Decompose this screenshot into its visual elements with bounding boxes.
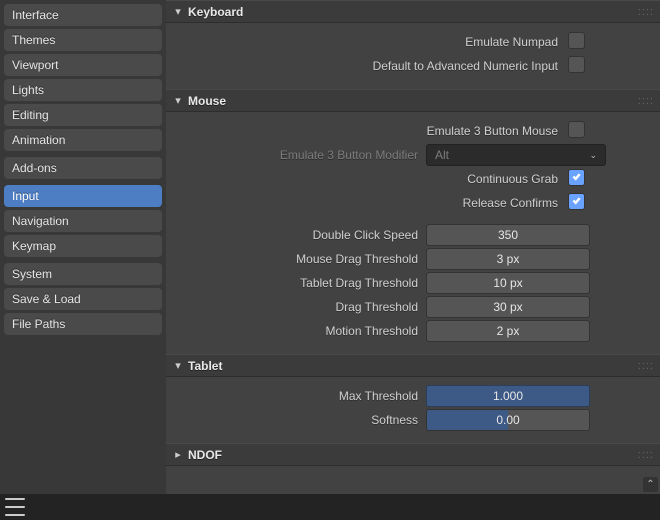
chevron-down-icon: ⌄ (589, 145, 597, 165)
disclosure-down-icon: ▾ (172, 359, 184, 372)
sidebar-item-interface[interactable]: Interface (4, 4, 162, 26)
sidebar-item-lights[interactable]: Lights (4, 79, 162, 101)
panel-ndof-header[interactable]: ▸ NDOF :::: (166, 443, 660, 466)
footer-bar (0, 494, 660, 520)
panel-mouse-header[interactable]: ▾ Mouse :::: (166, 89, 660, 112)
panel-mouse: ▾ Mouse :::: Emulate 3 Button Mouse Emul… (166, 89, 660, 354)
release-confirms-label: Release Confirms (180, 196, 566, 210)
drag-grip-icon: :::: (638, 449, 654, 461)
panel-tablet: ▾ Tablet :::: Max Threshold 1.000 Softne… (166, 354, 660, 443)
continuous-grab-label: Continuous Grab (180, 172, 566, 186)
advanced-numeric-label: Default to Advanced Numeric Input (180, 59, 566, 73)
disclosure-down-icon: ▾ (172, 5, 184, 18)
sidebar-item-addons[interactable]: Add-ons (4, 157, 162, 179)
preferences-sidebar: Interface Themes Viewport Lights Editing… (0, 0, 166, 520)
sidebar-item-saveload[interactable]: Save & Load (4, 288, 162, 310)
drag-grip-icon: :::: (638, 6, 654, 18)
sidebar-item-viewport[interactable]: Viewport (4, 54, 162, 76)
panel-ndof: ▸ NDOF :::: (166, 443, 660, 466)
panel-mouse-body: Emulate 3 Button Mouse Emulate 3 Button … (166, 112, 660, 354)
dblclick-speed-field[interactable]: 350 (426, 224, 590, 246)
panel-keyboard-header[interactable]: ▾ Keyboard :::: (166, 0, 660, 23)
sb-group-1: Interface Themes Viewport Lights Editing… (4, 4, 162, 151)
sidebar-item-filepaths[interactable]: File Paths (4, 313, 162, 335)
disclosure-down-icon: ▾ (172, 94, 184, 107)
advanced-numeric-toggle[interactable] (568, 56, 585, 73)
emulate-3btn-label: Emulate 3 Button Mouse (180, 124, 566, 138)
sb-group-4: System Save & Load File Paths (4, 263, 162, 335)
motion-threshold-label: Motion Threshold (180, 324, 426, 338)
drag-threshold-field[interactable]: 30 px (426, 296, 590, 318)
max-threshold-field[interactable]: 1.000 (426, 385, 590, 407)
mouse-drag-threshold-label: Mouse Drag Threshold (180, 252, 426, 266)
emulate-3btn-toggle[interactable] (568, 121, 585, 138)
dropdown-value: Alt (435, 145, 589, 165)
sidebar-item-keymap[interactable]: Keymap (4, 235, 162, 257)
max-threshold-label: Max Threshold (180, 389, 426, 403)
sidebar-item-themes[interactable]: Themes (4, 29, 162, 51)
emulate-numpad-label: Emulate Numpad (180, 35, 566, 49)
panel-tablet-body: Max Threshold 1.000 Softness 0.00 (166, 377, 660, 443)
emulate-numpad-toggle[interactable] (568, 32, 585, 49)
sb-group-2: Add-ons (4, 157, 162, 179)
motion-threshold-field[interactable]: 2 px (426, 320, 590, 342)
panel-tablet-header[interactable]: ▾ Tablet :::: (166, 354, 660, 377)
mouse-drag-threshold-field[interactable]: 3 px (426, 248, 590, 270)
emulate-3btn-mod-label: Emulate 3 Button Modifier (180, 148, 426, 162)
panel-keyboard-body: Emulate Numpad Default to Advanced Numer… (166, 23, 660, 89)
release-confirms-toggle[interactable] (568, 193, 585, 210)
drag-grip-icon: :::: (638, 360, 654, 372)
sidebar-item-editing[interactable]: Editing (4, 104, 162, 126)
drag-grip-icon: :::: (638, 95, 654, 107)
emulate-3btn-mod-dropdown[interactable]: Alt ⌄ (426, 144, 606, 166)
softness-field[interactable]: 0.00 (426, 409, 590, 431)
sb-group-3: Input Navigation Keymap (4, 185, 162, 257)
tablet-drag-threshold-label: Tablet Drag Threshold (180, 276, 426, 290)
panel-title: Keyboard (188, 5, 243, 19)
sidebar-item-animation[interactable]: Animation (4, 129, 162, 151)
panel-keyboard: ▾ Keyboard :::: Emulate Numpad Default t… (166, 0, 660, 89)
drag-threshold-label: Drag Threshold (180, 300, 426, 314)
sidebar-item-system[interactable]: System (4, 263, 162, 285)
softness-label: Softness (180, 413, 426, 427)
hamburger-menu-icon[interactable] (4, 497, 26, 517)
panel-title: NDOF (188, 448, 222, 462)
sidebar-item-navigation[interactable]: Navigation (4, 210, 162, 232)
tablet-drag-threshold-field[interactable]: 10 px (426, 272, 590, 294)
panel-title: Mouse (188, 94, 226, 108)
sidebar-item-input[interactable]: Input (4, 185, 162, 207)
disclosure-right-icon: ▸ (172, 448, 184, 461)
panel-title: Tablet (188, 359, 222, 373)
scroll-up-button[interactable]: ⌃ (643, 477, 658, 492)
preferences-main: ▾ Keyboard :::: Emulate Numpad Default t… (166, 0, 660, 520)
continuous-grab-toggle[interactable] (568, 169, 585, 186)
dblclick-speed-label: Double Click Speed (180, 228, 426, 242)
